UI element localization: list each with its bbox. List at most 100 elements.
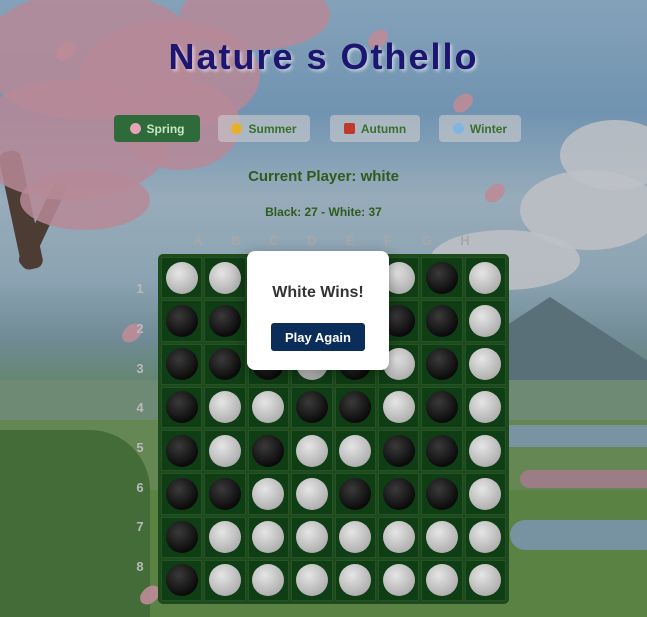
board-cell[interactable] bbox=[421, 343, 463, 385]
autumn-label: Autumn bbox=[360, 121, 407, 136]
black-disc bbox=[209, 304, 242, 337]
board-cell[interactable] bbox=[377, 473, 420, 515]
column-label: H bbox=[460, 233, 470, 248]
board-cell[interactable] bbox=[291, 559, 333, 601]
board-cell[interactable] bbox=[161, 300, 203, 342]
black-disc bbox=[425, 477, 458, 510]
black-disc bbox=[209, 348, 242, 381]
board-cell[interactable] bbox=[421, 300, 463, 342]
white-disc bbox=[209, 521, 242, 554]
board-cell[interactable] bbox=[247, 430, 290, 472]
board-cell[interactable] bbox=[247, 386, 290, 428]
board-cell[interactable] bbox=[377, 516, 420, 558]
board-cell[interactable] bbox=[377, 430, 420, 472]
board-cell[interactable] bbox=[377, 386, 420, 428]
board-cell[interactable] bbox=[247, 559, 290, 601]
board-cell[interactable] bbox=[464, 343, 506, 385]
board-cell[interactable] bbox=[291, 516, 333, 558]
board-cell[interactable] bbox=[421, 386, 463, 428]
white-disc bbox=[252, 391, 285, 424]
black-disc bbox=[165, 304, 198, 337]
board-cell[interactable] bbox=[291, 386, 333, 428]
white-disc bbox=[339, 521, 372, 554]
black-disc bbox=[425, 304, 458, 337]
board-cell[interactable] bbox=[161, 386, 203, 428]
board-cell[interactable] bbox=[421, 559, 463, 601]
white-disc bbox=[295, 564, 328, 597]
black-disc bbox=[425, 261, 458, 294]
board-cell[interactable] bbox=[247, 516, 290, 558]
maple-leaf-icon bbox=[343, 123, 355, 134]
board-cell[interactable] bbox=[464, 257, 506, 299]
board-cell[interactable] bbox=[464, 430, 506, 472]
white-disc bbox=[252, 521, 285, 554]
row-label: 6 bbox=[136, 480, 144, 495]
row-label: 4 bbox=[136, 400, 144, 415]
summer-button[interactable]: Summer bbox=[218, 115, 310, 142]
black-disc bbox=[165, 391, 198, 424]
black-disc bbox=[165, 477, 198, 510]
white-disc bbox=[425, 564, 458, 597]
board-cell[interactable] bbox=[377, 559, 420, 601]
board-cell[interactable] bbox=[334, 430, 376, 472]
white-disc bbox=[382, 391, 415, 424]
white-disc bbox=[209, 391, 242, 424]
black-disc bbox=[382, 434, 415, 467]
black-disc bbox=[425, 348, 458, 381]
board-cell[interactable] bbox=[204, 343, 246, 385]
board-cell[interactable] bbox=[204, 257, 246, 299]
board-cell[interactable] bbox=[334, 473, 376, 515]
white-disc bbox=[425, 521, 458, 554]
black-disc bbox=[425, 391, 458, 424]
spring-label: Spring bbox=[146, 121, 185, 136]
board-cell[interactable] bbox=[421, 430, 463, 472]
autumn-button[interactable]: Autumn bbox=[330, 115, 420, 142]
board-cell[interactable] bbox=[464, 516, 506, 558]
board-cell[interactable] bbox=[204, 473, 246, 515]
white-disc bbox=[469, 434, 502, 467]
current-player-status: Current Player: white bbox=[248, 168, 399, 185]
spring-button[interactable]: Spring bbox=[114, 115, 200, 142]
board-cell[interactable] bbox=[334, 516, 376, 558]
snowflake-icon bbox=[452, 123, 464, 134]
board-cell[interactable] bbox=[161, 559, 203, 601]
board-cell[interactable] bbox=[161, 430, 203, 472]
board-cell[interactable] bbox=[291, 430, 333, 472]
board-cell[interactable] bbox=[247, 473, 290, 515]
board-cell[interactable] bbox=[204, 386, 246, 428]
white-disc bbox=[339, 564, 372, 597]
white-disc bbox=[209, 434, 242, 467]
column-label: D bbox=[307, 233, 317, 248]
board-cell[interactable] bbox=[421, 257, 463, 299]
column-label: F bbox=[384, 233, 392, 248]
board-cell[interactable] bbox=[334, 386, 376, 428]
board-cell[interactable] bbox=[204, 430, 246, 472]
play-again-button[interactable]: Play Again bbox=[271, 323, 365, 351]
row-label: 8 bbox=[136, 559, 144, 574]
black-disc bbox=[339, 477, 372, 510]
board-cell[interactable] bbox=[421, 516, 463, 558]
board-cell[interactable] bbox=[334, 559, 376, 601]
board-cell[interactable] bbox=[204, 300, 246, 342]
row-label: 3 bbox=[136, 361, 144, 376]
board-cell[interactable] bbox=[291, 473, 333, 515]
column-label: G bbox=[421, 233, 433, 248]
winter-button[interactable]: Winter bbox=[439, 115, 521, 142]
board-cell[interactable] bbox=[464, 559, 506, 601]
board-cell[interactable] bbox=[464, 300, 506, 342]
board-cell[interactable] bbox=[204, 516, 246, 558]
board-cell[interactable] bbox=[464, 473, 506, 515]
board-cell[interactable] bbox=[161, 516, 203, 558]
board-cell[interactable] bbox=[161, 473, 203, 515]
column-label: E bbox=[345, 233, 355, 248]
board-cell[interactable] bbox=[161, 257, 203, 299]
white-disc bbox=[339, 434, 372, 467]
black-disc bbox=[252, 434, 285, 467]
sun-icon bbox=[231, 123, 243, 134]
board-cell[interactable] bbox=[204, 559, 246, 601]
black-disc bbox=[165, 348, 198, 381]
board-cell[interactable] bbox=[161, 343, 203, 385]
board-cell[interactable] bbox=[464, 386, 506, 428]
white-disc bbox=[469, 391, 502, 424]
board-cell[interactable] bbox=[421, 473, 463, 515]
